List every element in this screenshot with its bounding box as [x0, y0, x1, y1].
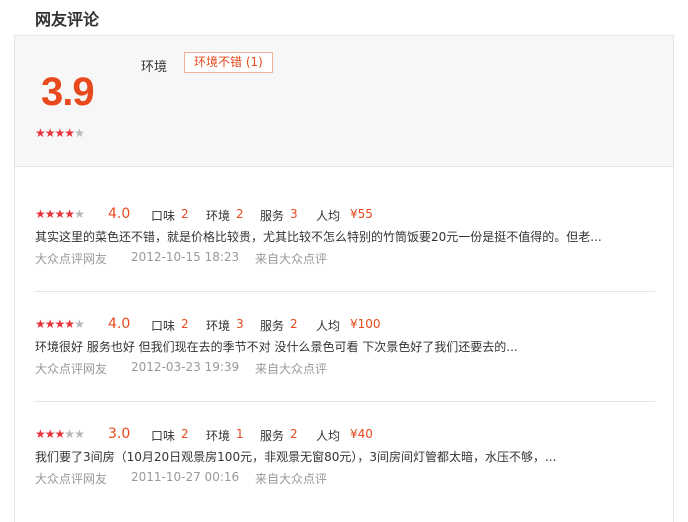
service-value: 3 — [290, 207, 298, 221]
taste-label: 口味 — [151, 209, 176, 223]
avg-price-label: 人均 — [316, 319, 341, 333]
star-filled-icon: ★ — [35, 427, 46, 441]
service-label: 服务 — [260, 209, 285, 223]
taste-label: 口味 — [151, 319, 176, 333]
review-author: 大众点评网友 — [35, 252, 108, 266]
star-filled-icon: ★ — [35, 207, 46, 221]
avg-price-label: 人均 — [316, 429, 341, 443]
review-author: 大众点评网友 — [35, 472, 108, 486]
star-empty-icon: ★ — [74, 427, 85, 441]
env-label: 环境 — [206, 209, 231, 223]
env-label: 环境 — [206, 319, 231, 333]
star-empty-icon: ★ — [74, 317, 85, 331]
divider — [35, 401, 655, 402]
review-text[interactable]: 环境很好 服务也好 但我们现在去的季节不对 没什么景色可看 下次景色好了我们还要… — [35, 338, 518, 355]
section-title: 网友评论 — [35, 10, 100, 29]
review-score: 3.0 — [108, 426, 131, 442]
service-value: 2 — [290, 317, 298, 331]
star-filled-icon: ★ — [54, 427, 66, 441]
review-time: 2012-10-15 18:23 — [131, 250, 240, 264]
divider — [35, 291, 655, 292]
review-source: 来自大众点评 — [255, 472, 328, 486]
avg-price-value: ¥55 — [350, 207, 373, 221]
taste-value: 2 — [181, 427, 189, 441]
tag-filter-chip[interactable]: 环境不错 (1) — [184, 52, 273, 73]
rating-summary: 3.9 ★★★★★ 环境 环境不错 (1) — [14, 35, 674, 167]
review-stars: ★★★★★ — [35, 317, 85, 331]
star-filled-icon: ★ — [64, 126, 75, 140]
review-time: 2012-03-23 19:39 — [131, 360, 240, 374]
avg-price-value: ¥100 — [350, 317, 381, 331]
star-filled-icon: ★ — [64, 317, 75, 331]
service-value: 2 — [290, 427, 298, 441]
average-score: 3.9 — [41, 70, 95, 114]
star-empty-icon: ★ — [74, 126, 85, 140]
star-empty-icon: ★ — [64, 427, 75, 441]
taste-value: 2 — [181, 317, 189, 331]
review-stars: ★★★★★ — [35, 207, 85, 221]
review-stars: ★★★★★ — [35, 427, 85, 441]
review-text[interactable]: 其实这里的菜色还不错，就是价格比较贵，尤其比较不怎么特别的竹筒饭要20元一份是挺… — [35, 228, 602, 245]
service-label: 服务 — [260, 319, 285, 333]
star-filled-icon: ★ — [64, 207, 75, 221]
review-source: 来自大众点评 — [255, 252, 328, 266]
star-filled-icon: ★ — [44, 207, 56, 221]
taste-value: 2 — [181, 207, 189, 221]
average-stars: ★★★★★ — [35, 126, 85, 140]
service-label: 服务 — [260, 429, 285, 443]
review-text[interactable]: 我们要了3间房（10月20日观景房100元，非观景无窗80元），3间房间灯管都太… — [35, 448, 556, 465]
review-score: 4.0 — [108, 316, 131, 332]
star-filled-icon: ★ — [35, 126, 46, 140]
review-author: 大众点评网友 — [35, 362, 108, 376]
star-filled-icon: ★ — [54, 317, 66, 331]
avg-price-label: 人均 — [316, 209, 341, 223]
env-value: 1 — [236, 427, 244, 441]
env-label: 环境 — [206, 429, 231, 443]
taste-label: 口味 — [151, 429, 176, 443]
review-list: ★★★★★ 4.0 口味 2 环境 2 服务 3 人均 ¥55 其实这里的菜色还… — [14, 167, 674, 522]
review-source: 来自大众点评 — [255, 362, 328, 376]
avg-price-value: ¥40 — [350, 427, 373, 441]
star-filled-icon: ★ — [35, 317, 46, 331]
star-filled-icon: ★ — [54, 207, 66, 221]
review-score: 4.0 — [108, 206, 131, 222]
review-time: 2011-10-27 00:16 — [131, 470, 240, 484]
env-value: 3 — [236, 317, 244, 331]
star-filled-icon: ★ — [44, 126, 56, 140]
star-filled-icon: ★ — [54, 126, 66, 140]
env-value: 2 — [236, 207, 244, 221]
star-filled-icon: ★ — [44, 317, 56, 331]
tag-category-label: 环境 — [141, 60, 168, 75]
star-empty-icon: ★ — [74, 207, 85, 221]
star-filled-icon: ★ — [44, 427, 56, 441]
